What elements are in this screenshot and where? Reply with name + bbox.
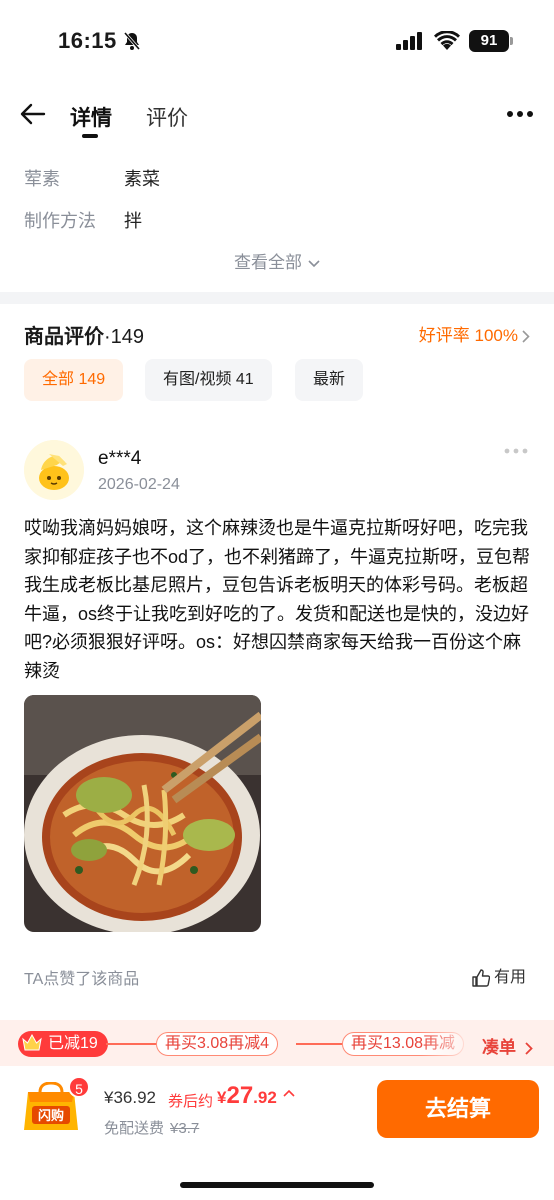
final-price[interactable]: ¥27.92 [217,1082,295,1110]
view-all-button[interactable]: 查看全部 [0,248,554,273]
cart-label: 闪购 [38,1108,64,1124]
top-nav: 详情 评价 [0,84,554,144]
signal-icon [396,32,422,50]
checkout-button[interactable]: 去结算 [377,1080,539,1138]
useful-label: 有用 [494,969,527,986]
attribute-key: 制作方法 [24,211,96,231]
coupon-label: 券后约 [168,1093,214,1110]
liked-product-text: TA点赞了该商品 [24,971,140,988]
active-tab-indicator [82,134,98,138]
battery-tip [510,37,513,45]
attribute-key: 荤素 [24,169,60,189]
shipping-original: ¥3.7 [170,1120,200,1137]
promo-step-1: 再买3.08再减4 [156,1032,279,1056]
review-more-icon[interactable] [504,448,528,454]
reviews-count: ·149 [104,326,145,348]
attribute-value: 拌 [124,211,142,231]
chevron-down-icon [308,259,320,267]
cart-badge: 5 [68,1076,90,1098]
review-date: 2026-02-24 [98,476,180,493]
filter-chip-media[interactable]: 有图/视频 41 [145,359,272,401]
progress-line [296,1043,342,1045]
original-price: ¥36.92 [104,1088,156,1107]
status-time: 16:15 [58,28,117,53]
reviewer-name: e***4 [98,448,142,469]
chevron-right-icon [522,330,530,343]
attribute-value: 素菜 [124,169,160,189]
noodle-bowl-image [24,695,261,932]
more-icon[interactable] [506,110,534,118]
tab-detail[interactable]: 详情 [70,102,112,132]
final-price-dec: .92 [253,1088,277,1107]
avatar[interactable] [24,440,84,500]
useful-button[interactable]: 有用 [472,963,526,987]
reviews-title: 商品评价·149 [24,320,144,349]
home-indicator[interactable] [180,1182,374,1188]
tab-review[interactable]: 评价 [146,102,188,132]
reviews-title-label: 商品评价 [24,326,104,348]
section-divider [0,292,554,304]
shipping-label: 免配送费 [104,1120,165,1137]
review-photo[interactable] [24,695,261,932]
promo-fade [420,1020,476,1066]
chevron-up-icon [283,1089,295,1097]
battery-indicator: 91 [469,30,509,52]
status-bar: 16:15 91 [0,0,554,80]
progress-line [106,1043,156,1045]
wifi-icon [434,31,460,50]
thumbs-up-icon [472,969,491,987]
filter-chip-all[interactable]: 全部 149 [24,359,124,401]
attribute-row: 制作方法 拌 [24,207,142,233]
good-rate-label: 好评率 100% [418,326,518,345]
filter-chip-latest[interactable]: 最新 [295,359,364,401]
avatar-image [24,440,84,500]
back-arrow-icon[interactable] [20,102,46,126]
shipping-info: 免配送费 ¥3.7 [104,1117,199,1138]
add-on-label: 凑单 [482,1038,516,1057]
good-rate-link[interactable]: 好评率 100% [419,321,530,346]
review-content: 哎呦我滴妈妈娘呀，这个麻辣烫也是牛逼克拉斯呀好吧，吃完我家抑郁症孩子也不od了，… [24,518,531,681]
promo-strip[interactable]: 已减19 再买3.08再减4 再买13.08再减 凑单 [0,1020,554,1066]
final-price-int: 27 [226,1082,254,1109]
crown-icon [22,1034,42,1051]
chevron-right-icon [525,1042,533,1055]
bell-muted-icon [123,32,141,50]
attribute-row: 荤素 素菜 [24,165,160,191]
view-all-label: 查看全部 [234,253,302,272]
add-on-link[interactable]: 凑单 [482,1033,533,1058]
